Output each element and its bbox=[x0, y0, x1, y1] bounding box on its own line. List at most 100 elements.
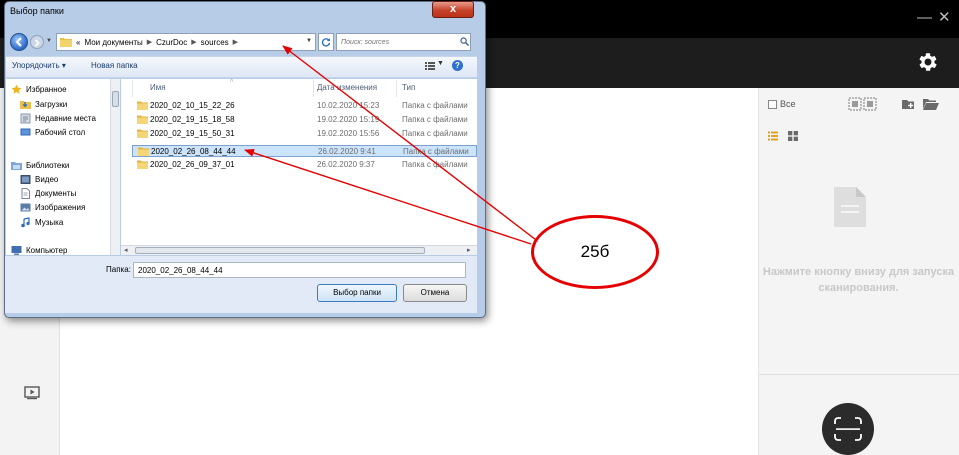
scrollbar-thumb[interactable] bbox=[112, 91, 119, 107]
nav-images[interactable]: Изображения bbox=[20, 202, 85, 213]
view-dropdown-icon[interactable]: ▼ bbox=[437, 60, 444, 67]
address-overflow[interactable]: « bbox=[76, 38, 80, 47]
organize-menu[interactable]: Упорядочить ▾ bbox=[12, 61, 66, 70]
nav-video[interactable]: Видео bbox=[20, 174, 58, 185]
table-row[interactable]: 2020_02_10_15_22_26 10.02.2020 15:23 Папка… bbox=[132, 100, 477, 112]
crumb-chevron-icon: ▶ bbox=[191, 39, 197, 46]
checkbox-box[interactable] bbox=[768, 99, 777, 109]
nav-label: Избранное bbox=[26, 85, 67, 94]
nav-label: Недавние места bbox=[35, 114, 96, 123]
folder-icon bbox=[137, 115, 148, 124]
scroll-right-icon[interactable]: ▸ bbox=[467, 246, 471, 254]
view-options-icon[interactable] bbox=[425, 61, 435, 71]
table-row[interactable]: 2020_02_19_15_50_31 19.02.2020 15:56 Папка… bbox=[132, 128, 477, 140]
address-dropdown-icon[interactable]: ▼ bbox=[306, 38, 312, 44]
empty-document-icon bbox=[834, 187, 866, 227]
video-library-icon bbox=[20, 175, 31, 184]
nav-label: Документы bbox=[35, 189, 77, 198]
documents-library-icon bbox=[21, 188, 30, 199]
horizontal-scrollbar[interactable]: ◂ ▸ bbox=[121, 245, 477, 255]
nav-favorites[interactable]: Избранное bbox=[11, 84, 67, 95]
nav-desktop[interactable]: Рабочий стол bbox=[20, 127, 85, 138]
nav-documents[interactable]: Документы bbox=[20, 188, 76, 199]
folder-date: 19.02.2020 15:56 bbox=[317, 129, 380, 138]
address-crumb-documents[interactable]: Мои документы bbox=[84, 38, 142, 47]
folder-name: 2020_02_19_15_50_31 bbox=[150, 129, 235, 138]
scan-frame-icon bbox=[834, 417, 862, 441]
scrollbar-thumb[interactable] bbox=[135, 247, 425, 254]
nav-libraries[interactable]: Библиотеки bbox=[11, 160, 69, 171]
nav-music[interactable]: Музыка bbox=[20, 217, 63, 228]
folder-type: Папка с файлами bbox=[402, 115, 468, 124]
settings-gear-icon[interactable] bbox=[916, 50, 940, 74]
grid-view-icon[interactable] bbox=[788, 131, 798, 141]
folder-icon bbox=[138, 147, 149, 156]
table-row[interactable]: 2020_02_19_15_18_58 19.02.2020 15:19 Папка… bbox=[132, 114, 477, 126]
select-folder-button[interactable]: Выбор папки bbox=[317, 284, 397, 302]
folder-name: 2020_02_10_15_22_26 bbox=[150, 101, 235, 110]
nav-label: Компьютер bbox=[26, 245, 68, 255]
folder-date: 10.02.2020 15:23 bbox=[317, 101, 380, 110]
list-view-icon[interactable] bbox=[768, 131, 778, 141]
refresh-icon bbox=[321, 38, 331, 47]
folder-field-label: Папка: bbox=[106, 265, 131, 274]
table-row[interactable]: 2020_02_26_09_37_01 26.02.2020 9:37 Папка … bbox=[132, 159, 477, 171]
table-row[interactable]: 2020_02_26_08_44_44 26.02.2020 9:41 Папка … bbox=[132, 145, 477, 157]
folder-type: Папка с файлами bbox=[403, 147, 469, 156]
new-folder-button[interactable]: Новая папка bbox=[91, 61, 138, 70]
screenshot: — ✕ Все Нажмите кнопку внизу для запуска… bbox=[0, 0, 959, 455]
column-header-date[interactable]: Дата изменения bbox=[317, 83, 377, 92]
select-all-checkbox[interactable]: Все bbox=[768, 99, 796, 109]
scan-button[interactable] bbox=[822, 403, 874, 455]
folder-name: 2020_02_26_09_37_01 bbox=[150, 160, 235, 169]
scroll-left-icon[interactable]: ◂ bbox=[124, 246, 128, 254]
nav-label: Изображения bbox=[35, 203, 86, 212]
folder-date: 26.02.2020 9:37 bbox=[317, 160, 375, 169]
refresh-button[interactable] bbox=[318, 33, 334, 51]
history-dropdown-icon[interactable]: ▼ bbox=[46, 38, 52, 44]
compare-pages-icon[interactable] bbox=[848, 97, 878, 111]
column-divider bbox=[396, 80, 397, 97]
scan-hint-text: Нажмите кнопку внизу для запуска сканиро… bbox=[762, 266, 955, 294]
column-divider bbox=[313, 80, 314, 97]
libraries-icon bbox=[11, 162, 22, 170]
address-crumb-sources[interactable]: sources bbox=[201, 38, 229, 47]
images-library-icon bbox=[20, 203, 31, 212]
search-icon[interactable] bbox=[460, 37, 469, 46]
folder-date: 26.02.2020 9:41 bbox=[318, 147, 376, 156]
address-bar[interactable]: « Мои документы ▶ CzurDoc ▶ sources ▶ bbox=[56, 33, 316, 51]
nav-computer[interactable]: Компьютер bbox=[11, 245, 67, 255]
dialog-close-button[interactable]: x bbox=[432, 1, 474, 18]
folder-name-input[interactable] bbox=[133, 262, 466, 278]
column-header-type[interactable]: Тип bbox=[402, 83, 415, 92]
add-folder-icon[interactable] bbox=[901, 97, 915, 111]
help-icon[interactable]: ? bbox=[452, 60, 463, 71]
folder-type: Папка с файлами bbox=[402, 101, 468, 110]
folder-icon bbox=[137, 160, 148, 169]
nav-recent-places[interactable]: Недавние места bbox=[20, 113, 96, 124]
sort-arrow-icon: ^ bbox=[230, 79, 234, 86]
close-button[interactable]: ✕ bbox=[938, 10, 951, 25]
annotation-callout: 25б bbox=[531, 215, 659, 289]
nav-downloads[interactable]: Загрузки bbox=[20, 99, 67, 110]
cancel-button[interactable]: Отмена bbox=[403, 284, 467, 302]
slideshow-icon[interactable] bbox=[24, 386, 40, 400]
crumb-chevron-icon: ▶ bbox=[232, 39, 239, 46]
music-note-icon bbox=[21, 217, 30, 228]
recent-places-icon bbox=[20, 113, 31, 124]
back-button[interactable] bbox=[10, 33, 28, 51]
crumb-chevron-icon: ▶ bbox=[146, 39, 153, 46]
folder-date: 19.02.2020 15:19 bbox=[317, 115, 380, 124]
minimize-button[interactable]: — bbox=[917, 10, 932, 25]
search-input[interactable] bbox=[336, 33, 471, 51]
address-crumb-czurdoc[interactable]: CzurDoc bbox=[156, 38, 187, 47]
right-panel-divider bbox=[759, 374, 959, 375]
folder-name: 2020_02_26_08_44_44 bbox=[151, 147, 236, 156]
open-folder-icon[interactable] bbox=[922, 97, 940, 111]
computer-icon bbox=[11, 245, 22, 255]
forward-button[interactable] bbox=[30, 35, 44, 49]
desktop-icon bbox=[20, 128, 31, 136]
column-header-name[interactable]: Имя bbox=[150, 83, 166, 92]
nav-label: Библиотеки bbox=[26, 161, 70, 170]
nav-pane-scrollbar[interactable] bbox=[110, 79, 120, 255]
